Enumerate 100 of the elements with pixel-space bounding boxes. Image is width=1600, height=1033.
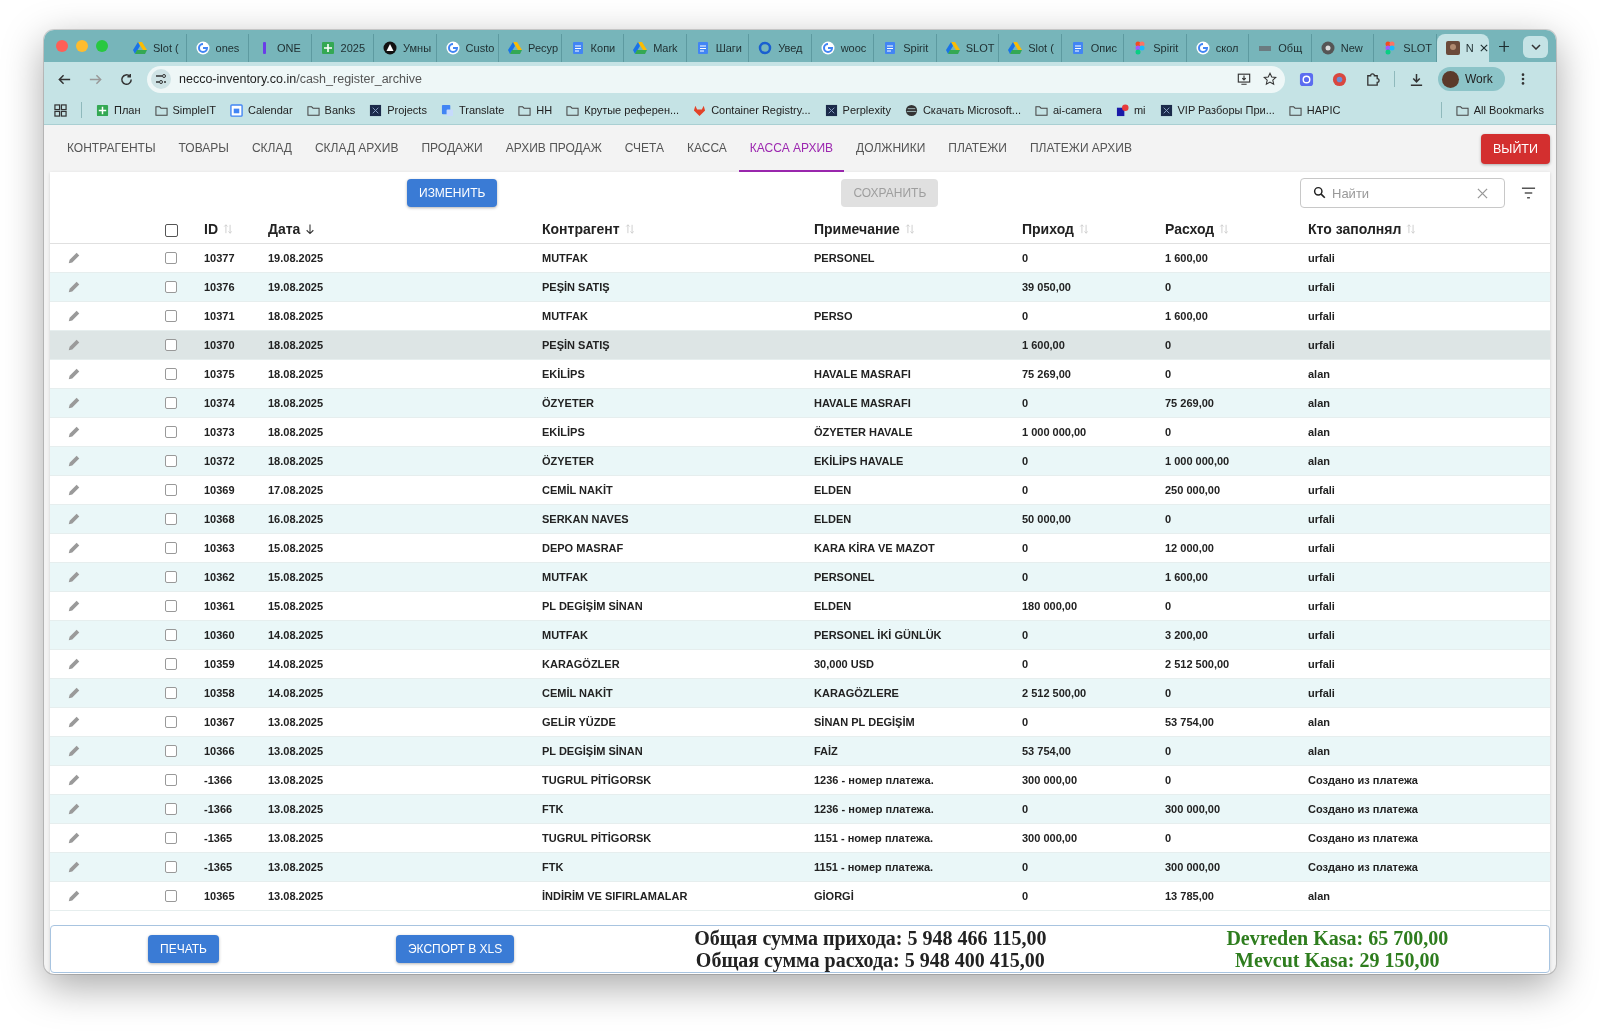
- pencil-icon[interactable]: [67, 744, 81, 758]
- apps-icon[interactable]: [54, 103, 67, 117]
- bookmark-item[interactable]: Translate: [440, 103, 505, 117]
- puzzle-icon[interactable]: [1365, 71, 1380, 87]
- table-row[interactable]: 10372 18.08.2025 ÖZYETER EKİLİPS HAVALE 0 1 000 000,00 alan: [50, 447, 1550, 476]
- pencil-icon[interactable]: [67, 889, 81, 903]
- pencil-icon[interactable]: [67, 599, 81, 613]
- sort-icon[interactable]: [624, 222, 635, 235]
- row-checkbox[interactable]: [165, 803, 177, 815]
- extension-icon[interactable]: [1299, 71, 1314, 87]
- bookmark-item[interactable]: Крутые референ...: [566, 103, 680, 117]
- nav-tab[interactable]: СЧЕТА: [613, 125, 676, 172]
- column-header[interactable]: Кто заполнял: [1308, 220, 1402, 237]
- search-field[interactable]: Найти: [1300, 178, 1505, 208]
- nav-tab[interactable]: ПЛАТЕЖИ: [937, 125, 1018, 172]
- column-header[interactable]: Расход: [1165, 220, 1215, 237]
- nav-tab[interactable]: ПРОДАЖИ: [410, 125, 494, 172]
- pencil-icon[interactable]: [67, 454, 81, 468]
- row-checkbox[interactable]: [165, 484, 177, 496]
- install-app-icon[interactable]: [1237, 72, 1251, 86]
- row-checkbox[interactable]: [165, 716, 177, 728]
- row-checkbox[interactable]: [165, 687, 177, 699]
- nav-tab[interactable]: ДОЛЖНИКИ: [845, 125, 937, 172]
- new-tab-icon[interactable]: [1498, 41, 1510, 52]
- star-icon[interactable]: [1263, 72, 1277, 86]
- filter-icon[interactable]: [1521, 187, 1536, 199]
- sort-icon[interactable]: [904, 222, 915, 235]
- row-checkbox[interactable]: [165, 513, 177, 525]
- extension-icon[interactable]: [1332, 71, 1347, 87]
- row-checkbox[interactable]: [165, 832, 177, 844]
- pencil-icon[interactable]: [67, 396, 81, 410]
- pencil-icon[interactable]: [67, 309, 81, 323]
- row-checkbox[interactable]: [165, 745, 177, 757]
- tab-search-button[interactable]: [1523, 36, 1548, 58]
- row-checkbox[interactable]: [165, 339, 177, 351]
- pencil-icon[interactable]: [67, 570, 81, 584]
- table-row[interactable]: 10360 14.08.2025 MUTFAK PERSONEL İKİ GÜNLÜK 0 3 200,00 urfali: [50, 621, 1550, 650]
- logout-button[interactable]: ВЫЙТИ: [1481, 133, 1550, 164]
- bookmark-item[interactable]: Скачать Microsoft...: [904, 103, 1021, 117]
- select-all-checkbox[interactable]: [165, 224, 178, 237]
- pencil-icon[interactable]: [67, 483, 81, 497]
- row-checkbox[interactable]: [165, 861, 177, 873]
- nav-tab[interactable]: ПЛАТЕЖИ АРХИВ: [1018, 125, 1143, 172]
- bookmark-item[interactable]: Projects: [369, 103, 427, 117]
- row-checkbox[interactable]: [165, 281, 177, 293]
- bookmark-item[interactable]: Container Registry...: [693, 103, 811, 117]
- pencil-icon[interactable]: [67, 541, 81, 555]
- row-checkbox[interactable]: [165, 658, 177, 670]
- bookmark-item[interactable]: Banks: [306, 103, 356, 117]
- export-button[interactable]: ЭКСПОРТ В XLS: [395, 935, 515, 963]
- nav-tab[interactable]: СКЛАД АРХИВ: [303, 125, 410, 172]
- table-row[interactable]: 10374 18.08.2025 ÖZYETER HAVALE MASRAFI 0 75 269,00 alan: [50, 389, 1550, 418]
- pencil-icon[interactable]: [67, 251, 81, 265]
- bookmark-item[interactable]: ai-camera: [1035, 103, 1102, 117]
- pencil-icon[interactable]: [67, 425, 81, 439]
- pencil-icon[interactable]: [67, 367, 81, 381]
- pencil-icon[interactable]: [67, 773, 81, 787]
- row-checkbox[interactable]: [165, 368, 177, 380]
- table-row[interactable]: 10365 13.08.2025 İNDİRİM VE SIFIRLAMALAR GİORGİ 0 13 785,00 alan: [50, 882, 1550, 911]
- row-checkbox[interactable]: [165, 397, 177, 409]
- bookmark-item[interactable]: HAPIC: [1288, 103, 1341, 117]
- menu-icon[interactable]: [1520, 72, 1525, 86]
- pencil-icon[interactable]: [67, 657, 81, 671]
- bookmark-item[interactable]: Perplexity: [824, 103, 891, 117]
- sort-icon[interactable]: [1078, 222, 1089, 235]
- table-row[interactable]: 10368 16.08.2025 SERKAN NAVES ELDEN 50 000,00 0 urfali: [50, 505, 1550, 534]
- edit-button[interactable]: ИЗМЕНИТЬ: [407, 179, 498, 207]
- table-row[interactable]: 10366 13.08.2025 PL DEGİŞİM SİNAN FAİZ 53 754,00 0 alan: [50, 737, 1550, 766]
- print-button[interactable]: ПЕЧАТЬ: [148, 935, 219, 963]
- column-header[interactable]: Контрагент: [542, 220, 620, 237]
- address-field[interactable]: necco-inventory.co.in/cash_register_archive: [147, 65, 1285, 93]
- row-checkbox[interactable]: [165, 310, 177, 322]
- table-row[interactable]: -1366 13.08.2025 FTK 1236 - номер платежа. 0 300 000,00 Создано из платежа: [50, 795, 1550, 824]
- pencil-icon[interactable]: [67, 512, 81, 526]
- pencil-icon[interactable]: [67, 280, 81, 294]
- bookmark-item[interactable]: SimpleIT: [154, 103, 216, 117]
- clear-icon[interactable]: [1477, 188, 1488, 199]
- pencil-icon[interactable]: [67, 860, 81, 874]
- nav-tab[interactable]: АРХИВ ПРОДАЖ: [494, 125, 613, 172]
- column-header[interactable]: Дата: [268, 220, 301, 237]
- pencil-icon[interactable]: [67, 338, 81, 352]
- reload-icon[interactable]: [119, 71, 134, 87]
- nav-tab[interactable]: КОНТРАГЕНТЫ: [56, 125, 167, 172]
- download-icon[interactable]: [1409, 71, 1424, 87]
- row-checkbox[interactable]: [165, 252, 177, 264]
- row-checkbox[interactable]: [165, 571, 177, 583]
- nav-tab[interactable]: СКЛАД: [240, 125, 303, 172]
- nav-tab[interactable]: ТОВАРЫ: [167, 125, 240, 172]
- sort-icon[interactable]: [223, 222, 233, 235]
- bookmark-item[interactable]: HH: [518, 103, 553, 117]
- row-checkbox[interactable]: [165, 774, 177, 786]
- bookmark-item[interactable]: VIP Разборы При...: [1159, 103, 1275, 117]
- bookmark-item[interactable]: mi: [1115, 103, 1146, 117]
- bookmark-item[interactable]: План: [96, 103, 141, 117]
- row-checkbox[interactable]: [165, 455, 177, 467]
- row-checkbox[interactable]: [165, 600, 177, 612]
- bookmark-item[interactable]: Calendar: [229, 103, 293, 117]
- table-row[interactable]: 10362 15.08.2025 MUTFAK PERSONEL 0 1 600,00 urfali: [50, 563, 1550, 592]
- column-header[interactable]: Примечание: [814, 220, 900, 237]
- pencil-icon[interactable]: [67, 802, 81, 816]
